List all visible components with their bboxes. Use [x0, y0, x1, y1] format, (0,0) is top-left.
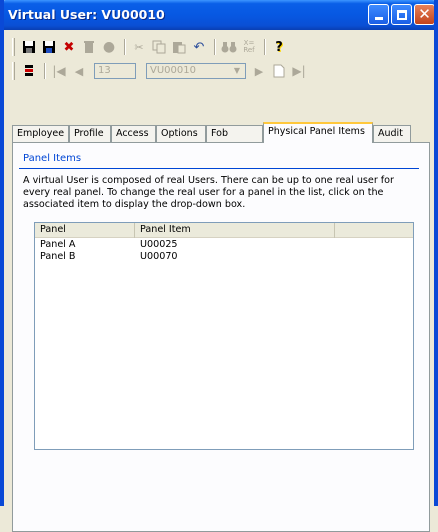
navigation-toolbar: |◀ ◀ 13 VU00010 ▼ ▶ ▶| [12, 60, 310, 82]
toolbar-separator [214, 39, 216, 55]
window-client: ✖ ● ✂ ↶ X= Ref ? |◀ ◀ 13 VU00010 ▼ ▶ ▶| … [4, 30, 434, 532]
paste-icon [173, 42, 186, 54]
record-button[interactable]: ● [100, 38, 118, 56]
tab-options[interactable]: Options [156, 125, 206, 142]
next-record-button[interactable]: ▶ [250, 62, 268, 80]
save-close-button[interactable] [40, 38, 58, 56]
toolbar-separator [124, 39, 126, 55]
save-button[interactable] [20, 38, 38, 56]
references-icon: X= Ref [243, 39, 255, 54]
tab-access[interactable]: Access [111, 125, 156, 142]
table-row[interactable]: Panel A U00025 [35, 239, 435, 251]
recycle-button[interactable] [80, 38, 98, 56]
previous-icon: ◀ [74, 64, 84, 78]
record-number-field[interactable]: 13 [94, 63, 136, 79]
paste-button[interactable] [170, 38, 188, 56]
window-title: Virtual User: VU00010 [8, 7, 165, 22]
list-header: Panel Panel Item [35, 223, 413, 238]
tab-strip: Employee Profile Access Options Fob Phys… [12, 122, 430, 143]
undo-icon: ↶ [193, 39, 205, 55]
tab-audit[interactable]: Audit [373, 125, 411, 142]
next-icon: ▶ [254, 64, 264, 78]
main-toolbar: ✖ ● ✂ ↶ X= Ref ? [12, 36, 290, 58]
minimize-icon [374, 17, 383, 20]
scissors-icon: ✂ [134, 40, 144, 54]
record-selector-combo[interactable]: VU00010 ▼ [146, 63, 246, 79]
circle-icon: ● [102, 39, 116, 55]
new-record-button[interactable] [270, 62, 288, 80]
close-button[interactable]: ✕ [414, 4, 435, 25]
copy-button[interactable] [150, 38, 168, 56]
help-button[interactable]: ? [270, 38, 288, 56]
close-icon: ✕ [418, 5, 431, 23]
undo-button[interactable]: ↶ [190, 38, 208, 56]
record-list-button[interactable] [20, 62, 38, 80]
toolbar-separator [44, 63, 46, 79]
toolbar-grip[interactable] [12, 38, 15, 56]
previous-record-button[interactable]: ◀ [70, 62, 88, 80]
find-button[interactable] [220, 38, 238, 56]
minimize-button[interactable] [368, 4, 389, 25]
tab-employee[interactable]: Employee [12, 125, 69, 142]
group-divider [19, 168, 419, 169]
record-list-icon [25, 65, 33, 76]
help-icon: ? [275, 39, 283, 55]
record-selector-value: VU00010 [150, 65, 196, 76]
maximize-icon [396, 9, 407, 20]
toolbar-grip[interactable] [12, 62, 15, 80]
panel-cell: Panel B [40, 251, 76, 262]
trash-icon [84, 41, 94, 53]
first-record-button[interactable]: |◀ [50, 62, 68, 80]
description-text: A virtual User is composed of real Users… [23, 175, 394, 210]
save-icon [23, 41, 35, 53]
first-record-icon: |◀ [52, 64, 66, 78]
maximize-button[interactable] [391, 4, 412, 25]
last-record-icon: ▶| [292, 64, 306, 78]
group-title: Panel Items [23, 153, 82, 164]
new-document-icon [273, 64, 285, 78]
last-record-button[interactable]: ▶| [290, 62, 308, 80]
panel-item-cell[interactable]: U00070 [135, 251, 178, 263]
chevron-down-icon[interactable]: ▼ [230, 65, 244, 77]
cut-button[interactable]: ✂ [130, 38, 148, 56]
column-header-panel[interactable]: Panel [35, 223, 135, 238]
tab-profile[interactable]: Profile [69, 125, 111, 142]
panel-items-list[interactable]: Panel Panel Item Panel A U00025 Panel B … [34, 222, 414, 450]
column-header-panel-item[interactable]: Panel Item [135, 223, 335, 238]
tab-physical-panel-items[interactable]: Physical Panel Items [263, 122, 373, 143]
copy-icon [152, 40, 166, 54]
save-close-icon [43, 41, 55, 53]
panel-cell: Panel A [40, 239, 76, 250]
panel-item-cell[interactable]: U00025 [135, 239, 178, 251]
title-bar[interactable]: Virtual User: VU00010 ✕ [0, 0, 438, 30]
toolbar-separator [264, 39, 266, 55]
delete-button[interactable]: ✖ [60, 38, 78, 56]
delete-icon: ✖ [63, 39, 75, 55]
binoculars-icon [221, 42, 237, 53]
references-button[interactable]: X= Ref [240, 38, 258, 56]
tab-fob[interactable]: Fob [206, 125, 263, 142]
table-row[interactable]: Panel B U00070 [35, 251, 435, 263]
